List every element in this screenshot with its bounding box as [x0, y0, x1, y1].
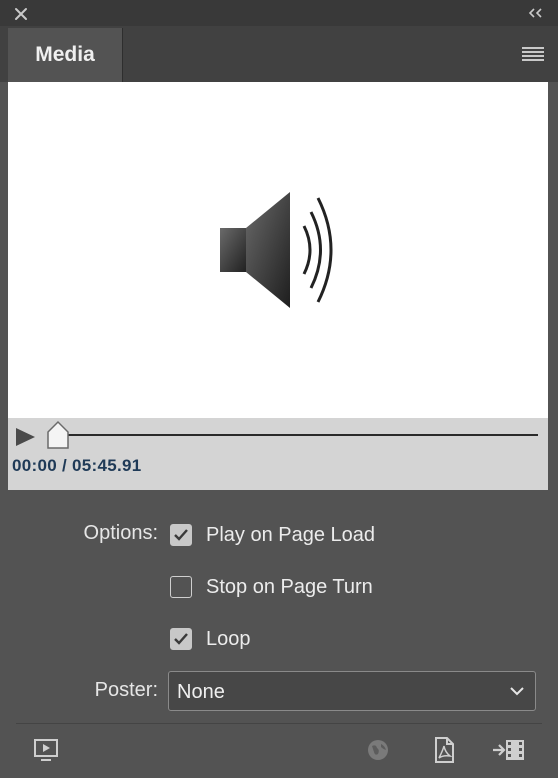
- chevron-down-icon: [510, 687, 524, 696]
- scrub-thumb[interactable]: [44, 420, 72, 450]
- play-icon[interactable]: [14, 427, 36, 447]
- pdf-icon[interactable]: [430, 736, 458, 764]
- tab-media[interactable]: Media: [8, 28, 123, 82]
- checkmark-icon: [174, 529, 188, 541]
- stop-on-page-turn-checkbox[interactable]: [170, 576, 192, 598]
- speaker-icon: [220, 192, 333, 308]
- play-on-page-load-option[interactable]: Play on Page Load: [170, 522, 375, 548]
- collapse-panel-icon[interactable]: [526, 7, 544, 19]
- play-on-page-load-label: Play on Page Load: [206, 523, 376, 546]
- stop-on-page-turn-label: Stop on Page Turn: [206, 575, 373, 598]
- loop-option[interactable]: Loop: [170, 626, 251, 652]
- loop-checkbox[interactable]: [170, 628, 192, 650]
- media-panel: Media 00:00 / 05:45.91 Options: Play on …: [0, 0, 558, 778]
- scrub-track[interactable]: [52, 434, 538, 436]
- footer-divider: [16, 723, 542, 724]
- checkmark-icon: [174, 633, 188, 645]
- poster-label: Poster:: [94, 679, 158, 701]
- export-video-icon[interactable]: [492, 736, 526, 764]
- poster-select[interactable]: None: [168, 671, 536, 711]
- play-on-page-load-checkbox[interactable]: [170, 524, 192, 546]
- close-icon[interactable]: [14, 7, 28, 21]
- time-readout: 00:00 / 05:45.91: [12, 456, 142, 475]
- loop-label: Loop: [206, 627, 251, 650]
- globe-icon[interactable]: [364, 736, 392, 764]
- panel-title-bar: [0, 0, 558, 26]
- stop-on-page-turn-option[interactable]: Stop on Page Turn: [170, 574, 373, 600]
- media-preview: [8, 82, 548, 418]
- poster-select-value: None: [177, 681, 225, 703]
- transport-bar: 00:00 / 05:45.91: [8, 418, 548, 490]
- panel-menu-icon[interactable]: [522, 47, 544, 61]
- preview-icon[interactable]: [32, 736, 60, 764]
- tab-media-label: Media: [35, 43, 95, 66]
- tab-bar: Media: [0, 26, 558, 82]
- options-label: Options:: [83, 522, 158, 544]
